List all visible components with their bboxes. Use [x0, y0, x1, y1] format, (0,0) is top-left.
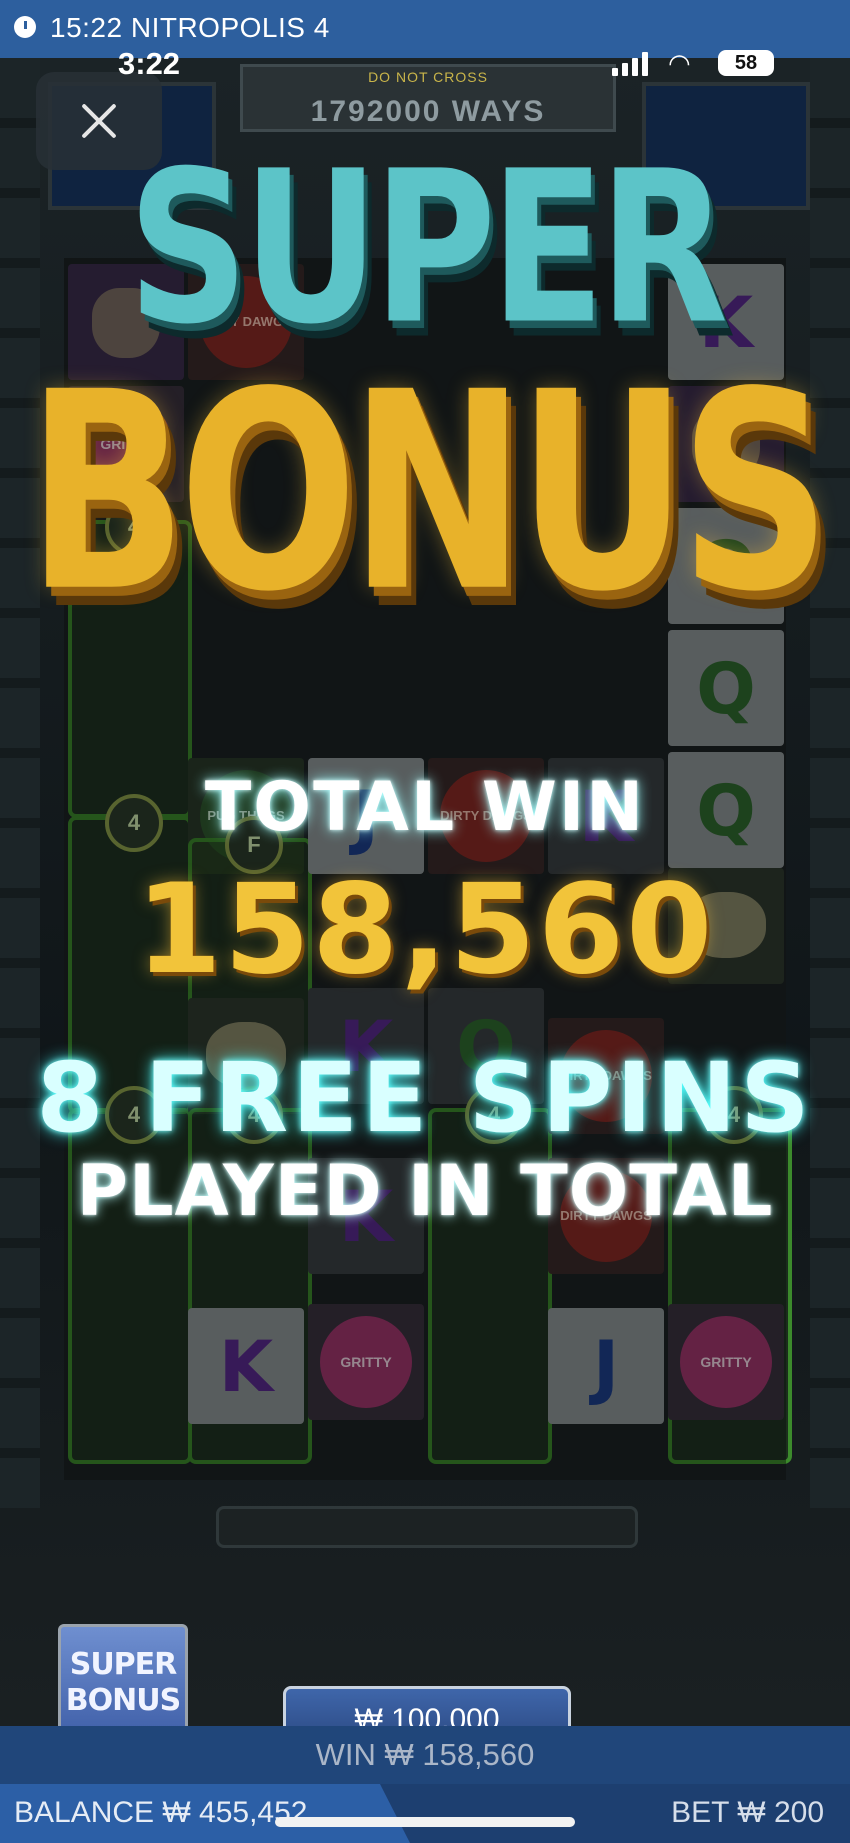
- total-win-amount: 158,560: [135, 858, 715, 1002]
- clock-icon: [14, 16, 36, 38]
- bet-value[interactable]: BET ₩ 200: [671, 1796, 824, 1830]
- balance-value: BALANCE ₩ 455,452: [14, 1796, 308, 1829]
- super-bonus-button[interactable]: SUPER BONUS: [58, 1624, 188, 1726]
- notification-title: 15:22 NITROPOLIS 4: [50, 12, 330, 43]
- status-bar: 3:22 ◠ 58: [0, 44, 850, 84]
- buy-amount-button[interactable]: ₩ 100,000: [283, 1686, 571, 1726]
- battery-icon: 58: [718, 50, 774, 76]
- super-bonus-label-1: SUPER: [69, 1647, 178, 1682]
- reel-tray: [216, 1506, 638, 1548]
- balance-bar: BALANCE ₩ 455,452 BET ₩ 200: [0, 1784, 850, 1843]
- super-bonus-label-2: BONUS: [65, 1683, 181, 1718]
- free-spins-count: 8 FREE SPINS: [36, 1042, 814, 1154]
- played-in-total-label: PLAYED IN TOTAL: [76, 1150, 774, 1232]
- home-indicator[interactable]: [275, 1817, 575, 1827]
- win-bar: WIN ₩ 158,560: [0, 1726, 850, 1784]
- bonus-title: BONUS: [26, 333, 831, 652]
- total-win-label: TOTAL WIN: [204, 768, 646, 847]
- signal-icon: [612, 52, 652, 76]
- ways-count: 1792000 WAYS: [310, 95, 546, 128]
- wifi-icon: ◠: [668, 48, 691, 78]
- status-time: 3:22: [118, 46, 181, 81]
